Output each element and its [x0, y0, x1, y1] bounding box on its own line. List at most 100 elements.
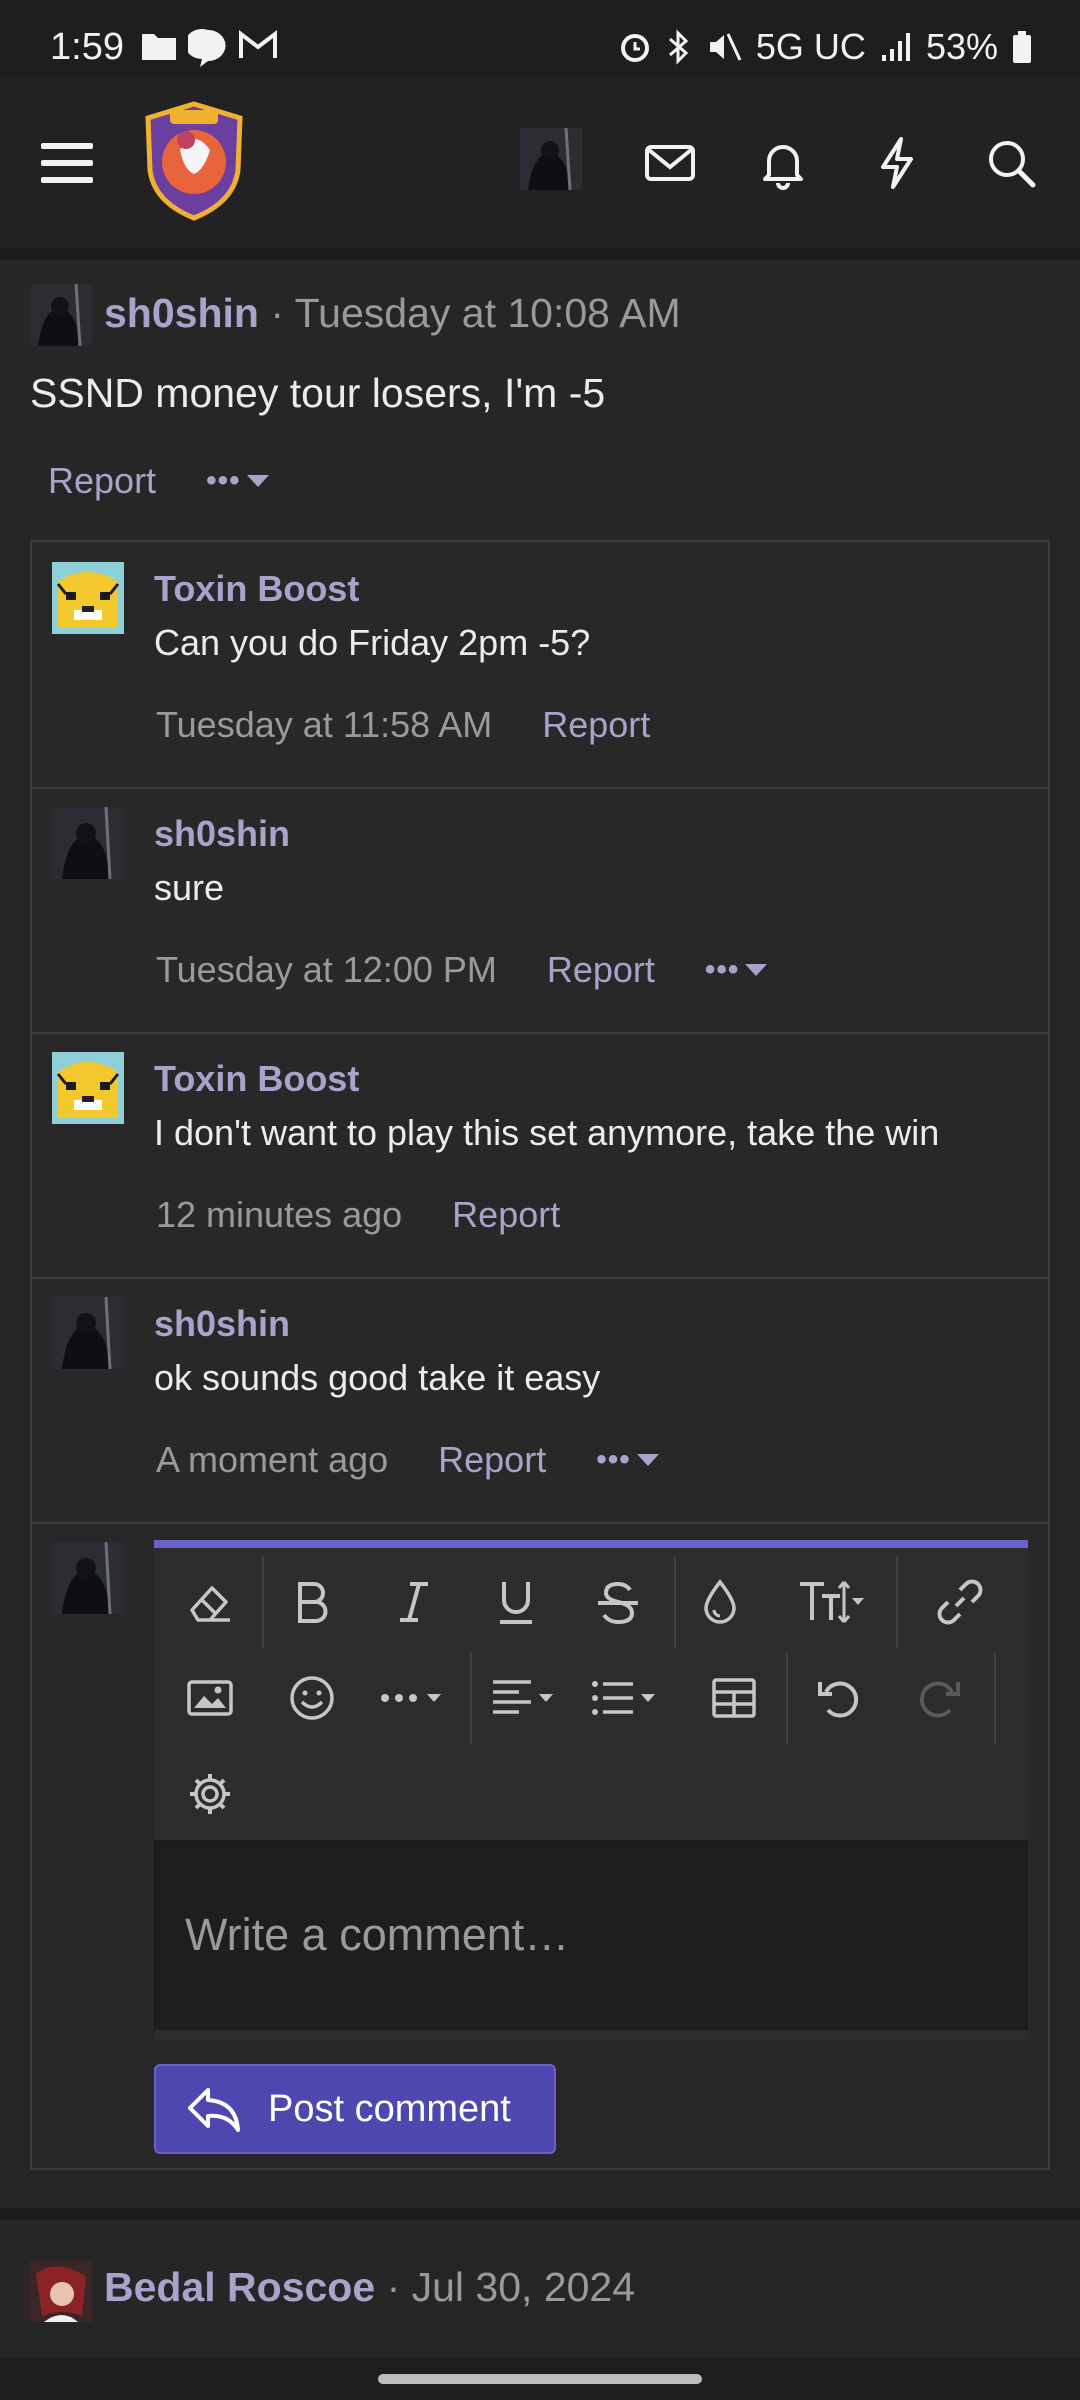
toolbar-divider [470, 1652, 472, 1744]
status-bar: 1:59 5G UC 53% [0, 0, 1080, 78]
next-post-avatar[interactable] [30, 2260, 92, 2322]
comment-avatar[interactable] [52, 1297, 124, 1369]
comment-time[interactable]: A moment ago [156, 1439, 388, 1481]
toolbar-divider [262, 1556, 264, 1648]
post-author-avatar[interactable] [30, 284, 92, 346]
chevron-down-icon [246, 475, 269, 487]
toolbar-divider [674, 1556, 676, 1648]
comment-avatar[interactable] [52, 562, 124, 634]
more-dots-icon: ••• [596, 1443, 631, 1476]
comment-more-menu[interactable]: ••• [705, 953, 768, 987]
header-separator: · [270, 290, 284, 336]
emoji-icon[interactable] [276, 1662, 348, 1734]
redo-icon[interactable] [904, 1662, 976, 1734]
comment-text: ok sounds good take it easy [154, 1357, 601, 1398]
comment-text: I don't want to play this set anymore, t… [154, 1112, 940, 1153]
list-icon[interactable] [582, 1662, 672, 1734]
strikethrough-icon[interactable] [582, 1566, 654, 1638]
comment-report-link[interactable]: Report [542, 704, 650, 746]
toolbar-divider [994, 1652, 996, 1744]
align-icon[interactable] [482, 1662, 572, 1734]
search-icon[interactable] [976, 128, 1046, 198]
status-time: 1:59 [50, 26, 124, 68]
more-options-icon[interactable] [370, 1662, 460, 1734]
bolt-icon[interactable] [862, 128, 932, 198]
comment-meta: Tuesday at 11:58 AM Report [156, 704, 650, 746]
post-actions: Report ••• [48, 460, 269, 502]
more-dots-icon: ••• [206, 464, 241, 497]
comment-report-link[interactable]: Report [438, 1439, 546, 1481]
comment-meta: 12 minutes ago Report [156, 1194, 560, 1236]
italic-icon[interactable] [378, 1566, 450, 1638]
mail-icon[interactable] [635, 128, 705, 198]
gesture-bar [0, 2358, 1080, 2400]
comment-input[interactable] [154, 1840, 1028, 2030]
comment-author[interactable]: sh0shin [154, 813, 290, 855]
signal-icon [881, 33, 910, 61]
bold-icon[interactable] [276, 1566, 348, 1638]
comment-report-link[interactable]: Report [547, 949, 655, 991]
chat-bubble-icon [188, 29, 226, 67]
image-icon[interactable] [174, 1662, 246, 1734]
comment-item: Toxin Boost I don't want to play this se… [32, 1032, 1048, 1279]
table-icon[interactable] [698, 1662, 770, 1734]
next-post-timestamp[interactable]: Jul 30, 2024 [412, 2264, 635, 2310]
comment-time[interactable]: Tuesday at 12:00 PM [156, 949, 497, 991]
composer-avatar [52, 1542, 124, 1614]
rich-text-editor [154, 1540, 1028, 2040]
alarm-icon [620, 34, 649, 62]
user-avatar[interactable] [520, 128, 582, 190]
chevron-down-icon [745, 964, 768, 976]
comment-avatar[interactable] [52, 1052, 124, 1124]
comment-avatar[interactable] [52, 807, 124, 879]
mute-icon [709, 33, 742, 61]
top-navigation [0, 78, 1080, 248]
post-comment-label: Post comment [268, 2087, 511, 2130]
post-timestamp[interactable]: Tuesday at 10:08 AM [295, 290, 681, 336]
comment-text: Can you do Friday 2pm -5? [154, 622, 591, 663]
gmail-icon [239, 29, 277, 58]
color-drop-icon[interactable] [684, 1566, 756, 1638]
comment-more-menu[interactable]: ••• [596, 1443, 659, 1477]
post-report-link[interactable]: Report [48, 460, 156, 502]
text-size-icon[interactable] [786, 1566, 876, 1638]
undo-icon[interactable] [802, 1662, 874, 1734]
header-separator: · [386, 2264, 401, 2310]
menu-icon[interactable] [32, 128, 102, 198]
link-icon[interactable] [924, 1566, 996, 1638]
post-author-name[interactable]: sh0shin [104, 290, 259, 336]
network-type: 5G UC [755, 26, 866, 67]
bell-icon[interactable] [748, 128, 818, 198]
comment-report-link[interactable]: Report [452, 1194, 560, 1236]
gear-icon[interactable] [174, 1758, 246, 1830]
comment-time[interactable]: 12 minutes ago [156, 1194, 402, 1236]
reply-icon [188, 2088, 240, 2132]
chevron-down-icon [636, 1454, 659, 1466]
post-comment-button[interactable]: Post comment [154, 2064, 556, 2154]
section-divider [0, 2208, 1080, 2220]
home-indicator[interactable] [378, 2374, 702, 2384]
comment-time[interactable]: Tuesday at 11:58 AM [156, 704, 492, 746]
comment-thread: Toxin Boost Can you do Friday 2pm -5? Tu… [30, 540, 1050, 2170]
post-more-menu[interactable]: ••• [206, 464, 269, 498]
comment-author[interactable]: sh0shin [154, 1303, 290, 1345]
comment-item: sh0shin sure Tuesday at 12:00 PM Report … [32, 787, 1048, 1034]
post-header: sh0shin · Tuesday at 10:08 AM [104, 290, 681, 337]
next-post-author[interactable]: Bedal Roscoe [104, 2264, 375, 2310]
reply-composer: Post comment [32, 1522, 1048, 2168]
toolbar-divider [786, 1652, 788, 1744]
more-dots-icon: ••• [704, 953, 740, 986]
notification-icons [140, 28, 278, 68]
comment-item: sh0shin ok sounds good take it easy A mo… [32, 1277, 1048, 1524]
site-logo[interactable] [140, 100, 248, 222]
comment-meta: A moment ago Report ••• [156, 1439, 659, 1481]
next-post-header: Bedal Roscoe · Jul 30, 2024 [104, 2264, 635, 2311]
comment-item: Toxin Boost Can you do Friday 2pm -5? Tu… [32, 542, 1048, 789]
eraser-icon[interactable] [174, 1566, 246, 1638]
comment-author[interactable]: Toxin Boost [154, 1058, 359, 1100]
section-divider [0, 248, 1080, 260]
comment-text: sure [154, 867, 225, 908]
comment-author[interactable]: Toxin Boost [154, 568, 359, 610]
underline-icon[interactable] [480, 1566, 552, 1638]
battery-icon [1013, 31, 1031, 63]
